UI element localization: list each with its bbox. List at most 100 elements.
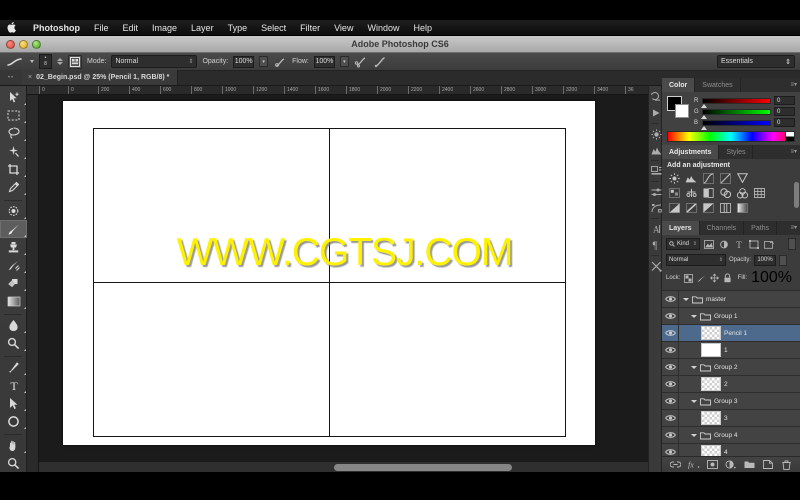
channel-value[interactable]: 0 (774, 96, 795, 105)
vertical-ruler[interactable] (27, 95, 39, 472)
layer-visibility-icon[interactable] (662, 448, 678, 456)
spot-healing-brush-tool[interactable] (0, 202, 27, 220)
layer-visibility-icon[interactable] (662, 397, 678, 405)
blur-tool[interactable] (0, 316, 27, 334)
layer-row-group-4[interactable]: Group 4 (662, 426, 800, 444)
tab-styles[interactable]: Styles (719, 145, 754, 159)
menu-select[interactable]: Select (254, 20, 293, 36)
layer-visibility-icon[interactable] (662, 329, 678, 337)
filter-adjustment-icon[interactable] (718, 238, 730, 250)
gradient-tool[interactable] (0, 292, 27, 310)
menu-type[interactable]: Type (221, 20, 255, 36)
comic-panel[interactable] (328, 127, 566, 283)
brush-size-field[interactable]: • 8 (39, 54, 52, 69)
color-channel-g[interactable]: G 0 (694, 107, 795, 119)
group-expand-arrow-icon[interactable] (691, 433, 697, 437)
flow-input[interactable]: 100% (313, 55, 335, 68)
opacity-input[interactable]: 100% (233, 55, 255, 68)
character-icon[interactable]: A (649, 221, 663, 237)
comic-panel[interactable] (328, 281, 566, 437)
background-color-swatch[interactable] (675, 104, 689, 118)
layer-name[interactable]: Group 1 (714, 313, 738, 320)
filter-pixel-icon[interactable] (703, 238, 715, 250)
tab-swatches[interactable]: Swatches (695, 78, 741, 92)
levels-icon[interactable] (684, 172, 698, 184)
menu-help[interactable]: Help (406, 20, 439, 36)
menu-view[interactable]: View (327, 20, 360, 36)
layer-thumbnail[interactable] (701, 411, 721, 425)
layer-visibility-icon[interactable] (662, 414, 678, 422)
layer-visibility-icon[interactable] (662, 295, 678, 303)
layer-row-group-3[interactable]: Group 3 (662, 392, 800, 410)
layer-name[interactable]: Group 2 (714, 364, 738, 371)
airbrush-icon[interactable] (354, 55, 368, 69)
tab-color[interactable]: Color (662, 78, 696, 92)
channel-slider-track[interactable] (701, 119, 771, 130)
close-icon[interactable]: × (28, 74, 32, 81)
menu-photoshop[interactable]: Photoshop (26, 20, 87, 36)
group-expand-arrow-icon[interactable] (691, 365, 697, 369)
layer-name[interactable]: 1 (724, 347, 728, 354)
slider-knob[interactable] (701, 114, 707, 119)
rectangular-marquee-tool[interactable] (0, 106, 27, 124)
slider-knob[interactable] (701, 103, 707, 108)
menu-image[interactable]: Image (145, 20, 184, 36)
layer-blend-mode-select[interactable]: Normal ⇕ (666, 254, 726, 266)
brush-panel-icon[interactable] (68, 54, 82, 69)
crop-tool[interactable] (0, 160, 27, 178)
paragraph-icon[interactable]: ¶ (649, 237, 663, 253)
history-icon[interactable] (649, 89, 663, 105)
layer-list[interactable]: master Group 1 Pencil 1 1 Group 2 2 Grou… (662, 290, 800, 461)
layer-row-master[interactable]: master (662, 290, 800, 308)
layer-row-pencil-1[interactable]: Pencil 1 (662, 324, 800, 342)
channel-mixer-icon[interactable] (735, 187, 749, 199)
new-layer-icon[interactable] (762, 459, 774, 471)
layer-name[interactable]: 4 (724, 449, 728, 456)
document-tab[interactable]: × 02_Begin.psd @ 25% (Pencil 1, RGB/8) * (22, 70, 179, 85)
menu-window[interactable]: Window (360, 20, 406, 36)
tab-channels[interactable]: Channels (699, 221, 745, 235)
lasso-tool[interactable] (0, 124, 27, 142)
color-lookup-icon[interactable] (752, 187, 766, 199)
layer-filter-kind-select[interactable]: Kind ⇕ (666, 238, 700, 250)
magic-wand-tool[interactable] (0, 142, 27, 160)
layer-fill-input[interactable]: 100% (751, 269, 792, 287)
brush-preset-chevron-down-icon[interactable] (30, 60, 34, 63)
ellipse-shape-tool[interactable] (0, 412, 27, 430)
filter-smart-object-icon[interactable] (763, 238, 775, 250)
pen-tool[interactable] (0, 358, 27, 376)
clone-stamp-tool[interactable] (0, 238, 27, 256)
horizontal-ruler[interactable]: 0 0 200 400 600 800 1000 1200 1400 1600 … (27, 86, 650, 95)
layer-visibility-icon[interactable] (662, 431, 678, 439)
color-channel-r[interactable]: R 0 (694, 96, 795, 108)
comic-panel[interactable] (92, 281, 330, 437)
layer-row-group-2[interactable]: Group 2 (662, 358, 800, 376)
slider-knob[interactable] (701, 125, 707, 130)
threshold-icon[interactable] (701, 202, 715, 214)
group-expand-arrow-icon[interactable] (683, 297, 689, 301)
menu-edit[interactable]: Edit (116, 20, 146, 36)
channel-slider-track[interactable] (701, 97, 771, 108)
selective-color-icon[interactable] (735, 202, 749, 214)
layer-thumbnail[interactable] (701, 343, 721, 357)
layer-opacity-input[interactable]: 100% (754, 254, 777, 266)
delete-layer-icon[interactable] (781, 459, 793, 471)
filter-shape-icon[interactable] (748, 238, 760, 250)
add-layer-mask-icon[interactable] (706, 459, 718, 471)
history-brush-tool[interactable] (0, 256, 27, 274)
channel-slider-track[interactable] (701, 108, 771, 119)
layer-opacity-stepper[interactable] (779, 254, 788, 266)
lock-position-icon[interactable] (710, 273, 720, 283)
invert-icon[interactable] (667, 202, 681, 214)
zoom-tool[interactable] (0, 454, 27, 472)
move-tool[interactable] (0, 88, 27, 106)
filter-type-icon[interactable]: T (733, 238, 745, 250)
actions-play-icon[interactable] (649, 105, 663, 121)
add-layer-style-icon[interactable]: fx (688, 459, 700, 471)
menu-file[interactable]: File (87, 20, 116, 36)
layer-name[interactable]: Group 3 (714, 398, 738, 405)
tab-layers[interactable]: Layers (662, 221, 700, 235)
group-expand-arrow-icon[interactable] (691, 399, 697, 403)
tab-paths[interactable]: Paths (744, 221, 778, 235)
layer-name[interactable]: 3 (724, 415, 728, 422)
